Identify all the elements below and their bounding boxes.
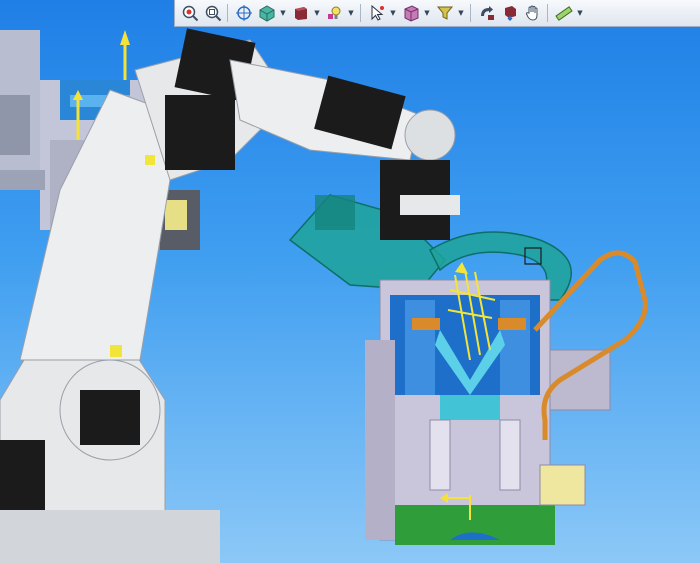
lighting-dropdown[interactable]: ▼ (347, 2, 355, 24)
select-pointer-dropdown[interactable]: ▼ (389, 2, 397, 24)
measure-dropdown[interactable]: ▼ (576, 2, 584, 24)
toolbar-separator (360, 4, 361, 22)
lighting-icon[interactable] (324, 2, 346, 24)
measure-icon[interactable] (553, 2, 575, 24)
zoom-fit-icon[interactable] (202, 2, 224, 24)
rotate-icon[interactable] (499, 2, 521, 24)
display-style-icon[interactable] (290, 2, 312, 24)
select-pointer-icon[interactable] (366, 2, 388, 24)
part-transform-icon[interactable] (476, 2, 498, 24)
view-toolbar: ▼ ▼ ▼ ▼ ▼ ▼ ▼ (174, 0, 700, 27)
3d-viewport[interactable] (0, 0, 700, 563)
section-box-dropdown[interactable]: ▼ (423, 2, 431, 24)
toolbar-separator (547, 4, 548, 22)
filter-dropdown[interactable]: ▼ (457, 2, 465, 24)
section-box-icon[interactable] (400, 2, 422, 24)
scene (0, 28, 648, 563)
view-orientation-dropdown[interactable]: ▼ (279, 2, 287, 24)
press-fixture (365, 279, 611, 545)
zoom-area-icon[interactable] (179, 2, 201, 24)
hand-pan-icon[interactable] (522, 2, 544, 24)
toolbar-separator (470, 4, 471, 22)
view-orientation-icon[interactable] (256, 2, 278, 24)
view-target-icon[interactable] (233, 2, 255, 24)
display-style-dropdown[interactable]: ▼ (313, 2, 321, 24)
toolbar-separator (227, 4, 228, 22)
filter-icon[interactable] (434, 2, 456, 24)
